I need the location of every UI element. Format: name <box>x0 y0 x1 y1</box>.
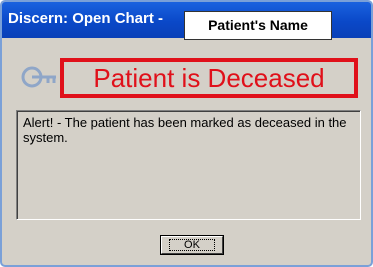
deceased-headline: Patient is Deceased <box>60 58 358 98</box>
dialog-window: Discern: Open Chart - Patient's Name Pat… <box>0 0 373 267</box>
patient-name-label: Patient's Name <box>184 11 332 40</box>
ok-button[interactable]: OK <box>160 235 224 255</box>
ok-button-label: OK <box>169 239 215 251</box>
alert-message: Alert! - The patient has been marked as … <box>16 110 361 220</box>
arrow-key-icon <box>21 66 56 88</box>
window-title: Discern: Open Chart - <box>8 10 164 27</box>
